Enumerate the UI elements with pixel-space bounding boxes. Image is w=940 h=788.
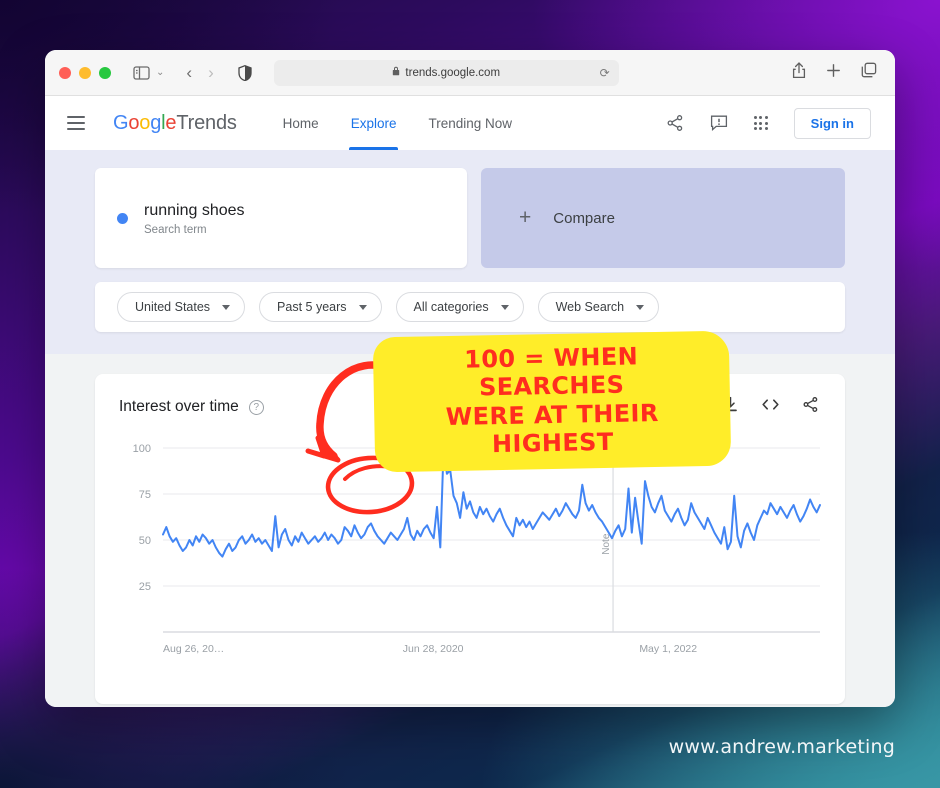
main-nav: Home Explore Trending Now bbox=[283, 96, 512, 150]
search-term-text: running shoes bbox=[144, 200, 245, 222]
browser-toolbar: ⌄ ‹ › trends.goog bbox=[45, 50, 895, 96]
filter-category[interactable]: All categories bbox=[396, 292, 524, 322]
sidebar-toggle-icon[interactable] bbox=[133, 66, 150, 80]
feedback-icon[interactable] bbox=[710, 114, 728, 132]
filter-location[interactable]: United States bbox=[117, 292, 245, 322]
window-traffic-lights[interactable] bbox=[59, 67, 111, 79]
logo-letter: o bbox=[128, 112, 139, 134]
filter-category-label: All categories bbox=[414, 300, 489, 314]
filter-timerange-label: Past 5 years bbox=[277, 300, 346, 314]
filters-bar: United States Past 5 years All categorie… bbox=[95, 282, 845, 332]
x-axis-tick-label: Jun 28, 2020 bbox=[403, 643, 464, 655]
chevron-down-icon[interactable]: ⌄ bbox=[152, 67, 168, 78]
logo-letter: g bbox=[150, 112, 161, 134]
address-bar[interactable]: trends.google.com ⟳ bbox=[274, 60, 619, 86]
logo-letter: G bbox=[113, 112, 128, 134]
minimize-window-button[interactable] bbox=[79, 67, 91, 79]
card-title: Interest over time bbox=[119, 398, 239, 416]
close-window-button[interactable] bbox=[59, 67, 71, 79]
line-chart-plot[interactable]: 255075100NoteAug 26, 20…Jun 28, 2020May … bbox=[95, 440, 845, 704]
search-term-type: Search term bbox=[144, 224, 245, 236]
forward-arrow-icon[interactable]: › bbox=[208, 63, 214, 83]
nav-item-explore[interactable]: Explore bbox=[351, 96, 397, 150]
chevron-down-icon bbox=[636, 305, 644, 310]
query-band: running shoes Search term + Compare Unit… bbox=[45, 150, 895, 354]
privacy-shield-icon[interactable] bbox=[238, 65, 252, 81]
search-term-card[interactable]: running shoes Search term bbox=[95, 168, 467, 268]
browser-window: ⌄ ‹ › trends.goog bbox=[45, 50, 895, 707]
chevron-down-icon bbox=[359, 305, 367, 310]
nav-item-home[interactable]: Home bbox=[283, 96, 319, 150]
filter-timerange[interactable]: Past 5 years bbox=[259, 292, 381, 322]
x-axis-tick-label: May 1, 2022 bbox=[639, 643, 697, 655]
google-apps-grid-icon[interactable] bbox=[754, 116, 768, 130]
plus-icon: + bbox=[519, 206, 531, 230]
poster-background: ⌄ ‹ › trends.goog bbox=[0, 0, 940, 788]
embed-code-icon[interactable] bbox=[761, 397, 780, 417]
download-icon[interactable] bbox=[722, 396, 739, 418]
logo-letter: o bbox=[139, 112, 150, 134]
url-text: trends.google.com bbox=[405, 67, 500, 79]
logo-suffix: Trends bbox=[176, 112, 236, 134]
tab-overview-icon[interactable] bbox=[861, 62, 877, 83]
reload-icon[interactable]: ⟳ bbox=[600, 66, 610, 80]
x-axis-tick-label: Aug 26, 20… bbox=[163, 643, 224, 655]
hamburger-menu-icon[interactable] bbox=[67, 116, 85, 130]
google-trends-logo[interactable]: GoogleTrends bbox=[113, 112, 237, 135]
maximize-window-button[interactable] bbox=[99, 67, 111, 79]
y-axis-tick-label: 100 bbox=[133, 443, 151, 455]
watermark-url: www.andrew.marketing bbox=[669, 736, 895, 758]
y-axis-tick-label: 50 bbox=[139, 535, 151, 547]
lock-icon bbox=[392, 66, 400, 79]
nav-item-trending-now[interactable]: Trending Now bbox=[428, 96, 512, 150]
chart-svg: 255075100NoteAug 26, 20…Jun 28, 2020May … bbox=[95, 440, 845, 670]
plus-icon[interactable] bbox=[826, 63, 841, 83]
compare-label: Compare bbox=[553, 210, 615, 227]
share-icon[interactable] bbox=[666, 114, 684, 132]
share-icon[interactable] bbox=[792, 62, 806, 84]
filter-location-label: United States bbox=[135, 300, 210, 314]
back-arrow-icon[interactable]: ‹ bbox=[186, 63, 192, 83]
compare-card[interactable]: + Compare bbox=[481, 168, 845, 268]
filter-search-type-label: Web Search bbox=[556, 300, 625, 314]
interest-over-time-card: Interest over time ? bbox=[95, 374, 845, 704]
share-icon[interactable] bbox=[802, 396, 819, 418]
y-axis-tick-label: 25 bbox=[139, 581, 151, 593]
series-color-dot bbox=[117, 213, 128, 224]
sign-in-button[interactable]: Sign in bbox=[794, 108, 871, 139]
chart-section: Interest over time ? bbox=[45, 354, 895, 707]
chevron-down-icon bbox=[501, 305, 509, 310]
site-header: GoogleTrends Home Explore Trending Now bbox=[45, 96, 895, 150]
chevron-down-icon bbox=[222, 305, 230, 310]
filter-search-type[interactable]: Web Search bbox=[538, 292, 660, 322]
logo-letter: e bbox=[165, 112, 176, 134]
y-axis-tick-label: 75 bbox=[139, 489, 151, 501]
help-icon[interactable]: ? bbox=[249, 400, 264, 415]
